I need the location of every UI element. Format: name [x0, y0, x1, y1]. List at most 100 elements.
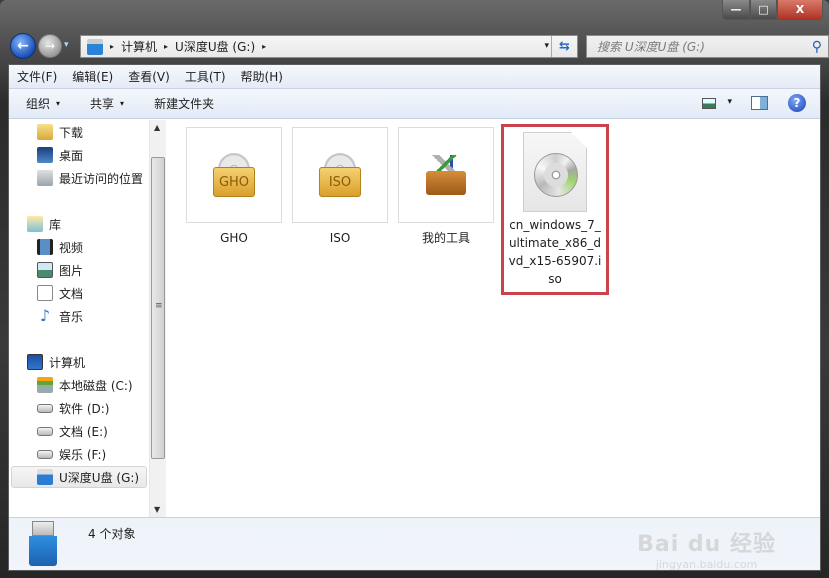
sidebar-item-label: 软件 (D:): [59, 401, 110, 416]
organize-label: 组织: [26, 97, 51, 111]
recent-pages-dropdown[interactable]: ▾: [64, 40, 69, 50]
sidebar-item-label: 最近访问的位置: [59, 171, 144, 186]
address-bar[interactable]: ▸ 计算机 ▸ U深度U盘 (G:) ▸ ▾ ⇆: [80, 35, 578, 58]
libraries-icon: [27, 216, 43, 232]
menu-tools[interactable]: 工具(T): [185, 68, 226, 85]
explorer-body: 文件(F) 编辑(E) 查看(V) 工具(T) 帮助(H) 组织 ▾ 共享 ▾ …: [8, 64, 821, 571]
forward-button[interactable]: →: [38, 34, 62, 58]
navigation-pane-scrollbar[interactable]: ▲ ≡ ▼: [149, 120, 166, 517]
scrollbar-thumb[interactable]: ≡: [151, 157, 165, 459]
menu-file[interactable]: 文件(F): [17, 68, 57, 85]
breadcrumb-separator-icon[interactable]: ▸: [262, 42, 266, 51]
minimize-button[interactable]: —: [722, 0, 750, 20]
menu-help[interactable]: 帮助(H): [241, 68, 283, 85]
new-folder-label: 新建文件夹: [154, 97, 215, 111]
sidebar-item-desktop[interactable]: 桌面: [37, 145, 83, 165]
system-drive-icon: [37, 377, 53, 393]
forward-arrow-icon: →: [44, 39, 56, 53]
sidebar-item-libraries[interactable]: 库: [27, 214, 61, 234]
chevron-down-icon: ▾: [56, 99, 61, 108]
close-button[interactable]: X: [777, 0, 823, 20]
sidebar-item-documents[interactable]: 文档: [37, 283, 83, 303]
sidebar-item-drive-f[interactable]: 娱乐 (F:): [37, 444, 106, 464]
folder-badge: ISO: [319, 167, 361, 197]
scroll-down-icon[interactable]: ▼: [154, 505, 160, 514]
disc-folder-icon: GHO: [213, 153, 255, 197]
sidebar-item-recent-places[interactable]: 最近访问的位置: [37, 168, 143, 188]
file-name: 我的工具: [421, 231, 470, 245]
file-thumbnail: ISO: [292, 127, 388, 223]
sidebar-item-label: U深度U盘 (G:): [59, 470, 140, 485]
view-options-dropdown-icon[interactable]: ▾: [727, 97, 732, 107]
sidebar-item-computer[interactable]: 计算机: [27, 352, 85, 372]
toolbox-icon: [424, 155, 468, 195]
search-icon[interactable]: ⚲: [812, 39, 822, 55]
sidebar-item-label: 本地磁盘 (C:): [59, 378, 133, 393]
pictures-icon: [37, 262, 53, 278]
file-item-gho[interactable]: GHO GHO: [186, 127, 282, 247]
sidebar-item-drive-c[interactable]: 本地磁盘 (C:): [37, 375, 133, 395]
file-list: GHO GHO ISO ISO 我的工具 cn_windows_7_ultima…: [169, 120, 821, 517]
search-box[interactable]: 搜索 U深度U盘 (G:) ⚲: [586, 35, 829, 58]
menu-view[interactable]: 查看(V): [128, 68, 170, 85]
search-input[interactable]: 搜索 U深度U盘 (G:): [597, 38, 812, 55]
sidebar-item-label: 桌面: [59, 148, 84, 163]
sidebar-item-label: 计算机: [49, 355, 86, 370]
details-pane: 4 个对象 Bai du 经验 jingyan.baidu.com: [9, 517, 820, 571]
change-view-icon[interactable]: [702, 98, 716, 109]
folder-badge: GHO: [213, 167, 255, 197]
sidebar-item-pictures[interactable]: 图片: [37, 260, 83, 280]
address-dropdown-icon[interactable]: ▾: [544, 41, 549, 51]
explorer-window: — □ X ← → ▾ ▸ 计算机 ▸ U深度U盘 (G:) ▸ ▾ ⇆ 搜索 …: [0, 0, 829, 578]
sidebar-item-label: 娱乐 (F:): [59, 447, 107, 462]
sidebar-item-videos[interactable]: 视频: [37, 237, 83, 257]
refresh-button[interactable]: ⇆: [551, 36, 577, 57]
menu-bar: 文件(F) 编辑(E) 查看(V) 工具(T) 帮助(H): [9, 65, 820, 89]
breadcrumb-computer[interactable]: 计算机: [121, 38, 157, 55]
file-item-iso-folder[interactable]: ISO ISO: [292, 127, 388, 247]
back-arrow-icon: ←: [17, 38, 29, 54]
preview-pane-icon[interactable]: [751, 96, 768, 110]
file-thumbnail: GHO: [186, 127, 282, 223]
new-folder-button[interactable]: 新建文件夹: [154, 95, 214, 112]
share-button[interactable]: 共享 ▾: [90, 95, 124, 112]
sidebar-item-drive-d[interactable]: 软件 (D:): [37, 398, 109, 418]
help-icon[interactable]: ?: [788, 94, 806, 112]
sidebar-item-label: 图片: [59, 263, 84, 278]
desktop-icon: [37, 147, 53, 163]
breadcrumb-usb-drive[interactable]: U深度U盘 (G:): [175, 38, 255, 55]
file-item-win7-iso[interactable]: cn_windows_7_ultimate_x86_dvd_x15-65907.…: [501, 124, 609, 295]
sidebar-item-label: 下载: [59, 125, 84, 140]
file-name: ISO: [329, 231, 351, 245]
sidebar-item-downloads[interactable]: 下载: [37, 122, 83, 142]
recent-places-icon: [37, 170, 53, 186]
back-button[interactable]: ←: [10, 33, 36, 59]
documents-icon: [37, 285, 53, 301]
file-item-my-tools[interactable]: 我的工具: [398, 127, 494, 247]
disc-folder-icon: ISO: [319, 153, 361, 197]
share-label: 共享: [90, 97, 115, 111]
baidu-watermark: Bai du 经验 jingyan.baidu.com: [637, 526, 776, 571]
sidebar-item-label: 库: [49, 217, 62, 232]
menu-edit[interactable]: 编辑(E): [72, 68, 113, 85]
sidebar-item-label: 视频: [59, 240, 84, 255]
breadcrumb-separator-icon[interactable]: ▸: [110, 42, 114, 51]
file-name: cn_windows_7_ultimate_x86_dvd_x15-65907.…: [508, 218, 602, 286]
organize-button[interactable]: 组织 ▾: [26, 95, 60, 112]
scroll-up-icon[interactable]: ▲: [154, 123, 160, 132]
chevron-down-icon: ▾: [120, 99, 125, 108]
watermark-main: Bai du 经验: [637, 532, 776, 557]
sidebar-item-drive-e[interactable]: 文档 (E:): [37, 421, 108, 441]
drive-icon: [37, 449, 53, 459]
videos-icon: [37, 239, 53, 255]
music-icon: ♪: [39, 306, 51, 325]
maximize-button[interactable]: □: [750, 0, 777, 20]
file-thumbnail: [398, 127, 494, 223]
disc-image-file-icon: [523, 132, 587, 212]
sidebar-item-label: 文档: [59, 286, 84, 301]
usb-drive-icon: [37, 469, 53, 485]
sidebar-item-drive-g[interactable]: U深度U盘 (G:): [11, 466, 147, 488]
breadcrumb-separator-icon[interactable]: ▸: [164, 42, 168, 51]
sidebar-item-label: 文档 (E:): [59, 424, 108, 439]
sidebar-item-music[interactable]: ♪ 音乐: [37, 306, 83, 326]
